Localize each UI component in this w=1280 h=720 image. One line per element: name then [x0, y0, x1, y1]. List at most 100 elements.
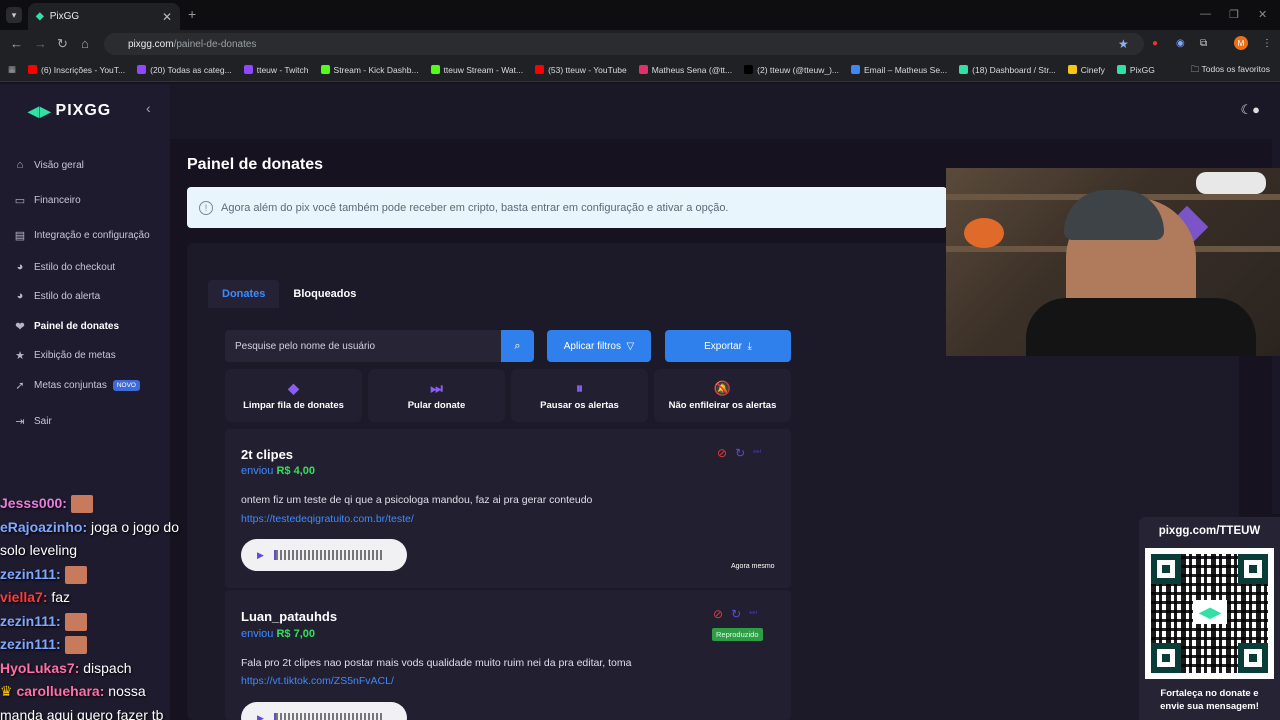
skip-small-icon[interactable]: ⏭: [749, 607, 757, 621]
chat-message: solo leveling: [0, 539, 215, 563]
url-bar[interactable]: pixgg.com/painel-de-donates: [104, 33, 1144, 55]
all-favorites-label: Todos os favoritos: [1201, 64, 1270, 74]
tab-donates[interactable]: Donates: [208, 280, 280, 308]
replay-icon[interactable]: ↻: [731, 607, 741, 621]
bookmark-item[interactable]: (53) tteuw - YouTube: [535, 65, 627, 75]
theme-toggle-moon-icon[interactable]: ☾●: [1240, 102, 1260, 118]
minimize-window-icon[interactable]: —: [1200, 8, 1211, 20]
apply-filters-label: Aplicar filtros: [563, 340, 621, 352]
chat-username: Jesss000:: [0, 495, 67, 511]
close-tab-icon[interactable]: ✕: [162, 10, 172, 24]
audio-waveform[interactable]: [273, 713, 384, 720]
qr-code: ◀▶: [1145, 548, 1274, 679]
sidebar-item-sair[interactable]: ⇥ Sair: [14, 415, 51, 428]
no-queue-alerts-button[interactable]: 🔕 Não enfileirar os alertas: [654, 369, 791, 422]
bookmark-item[interactable]: Email – Matheus Se...: [851, 65, 947, 75]
all-favorites-folder[interactable]: 🗀 Todos os favoritos: [1191, 64, 1270, 78]
bookmark-item[interactable]: (2) tteuw (@tteuw_)...: [744, 65, 839, 75]
sent-label: enviou: [241, 465, 274, 477]
block-icon[interactable]: ⊘: [713, 607, 723, 621]
crown-badge-icon: ♛: [0, 683, 17, 699]
bookmark-label: (6) Inscrições - YouT...: [41, 64, 126, 75]
tab-bloqueados[interactable]: Bloqueados: [279, 280, 370, 308]
search-input[interactable]: Pesquise pelo nome de usuário: [225, 330, 501, 362]
donate-link[interactable]: https://testedeqigratuito.com.br/teste/: [241, 513, 414, 525]
pixgg-logo[interactable]: ◀▶ PIXGG: [28, 102, 111, 120]
extension-record-icon[interactable]: ●: [1152, 38, 1158, 49]
filter-icon: ▽: [626, 340, 635, 352]
close-window-icon[interactable]: ✕: [1258, 8, 1267, 21]
sidebar-item-exibicao-de-metas[interactable]: ★ Exibição de metas: [14, 349, 116, 362]
audio-waveform[interactable]: [273, 550, 384, 560]
sidebar-item-label: Estilo do alerta: [34, 290, 101, 302]
export-label: Exportar: [704, 340, 742, 352]
sidebar-item-estilo-do-alerta[interactable]: ◕ Estilo do alerta: [14, 290, 100, 302]
sidebar-item-visao-geral[interactable]: ⌂ Visão geral: [14, 159, 84, 171]
forward-icon[interactable]: →: [34, 36, 47, 51]
settings-icon: ▤: [14, 229, 26, 242]
sidebar-item-label: Financeiro: [34, 194, 81, 206]
search-button[interactable]: ⌕: [501, 330, 534, 362]
block-icon[interactable]: ⊘: [717, 446, 727, 460]
back-icon[interactable]: ←: [10, 36, 23, 51]
play-icon[interactable]: ▶: [257, 550, 264, 561]
collapse-sidebar-icon[interactable]: ‹: [146, 100, 151, 116]
bookmark-item[interactable]: Stream - Kick Dashb...: [320, 65, 419, 75]
bookmark-item[interactable]: (20) Todas as categ...: [137, 65, 232, 75]
clear-queue-button[interactable]: ◆ Limpar fila de donates: [225, 369, 362, 422]
profile-avatar[interactable]: M: [1234, 36, 1248, 50]
restore-window-icon[interactable]: ❐: [1229, 8, 1239, 21]
apply-filters-button[interactable]: Aplicar filtros ▽: [547, 330, 651, 362]
sidebar-item-metas-conjuntas[interactable]: ➚ Metas conjuntas NOVO: [14, 379, 140, 392]
bookmark-item[interactable]: (18) Dashboard / Str...: [959, 65, 1056, 75]
bookmark-item[interactable]: Matheus Sena (@tt...: [638, 65, 732, 75]
donate-amount: R$ 7,00: [276, 628, 316, 640]
chat-text: dispach: [83, 659, 132, 676]
donate-message: ontem fiz um teste de qi que a psicologa…: [241, 494, 593, 506]
chat-text: faz: [51, 589, 71, 605]
extensions-puzzle-icon[interactable]: ⧉: [1200, 38, 1207, 49]
home-browser-icon[interactable]: ⌂: [81, 36, 89, 51]
apps-grid-icon[interactable]: ▦: [8, 64, 16, 75]
bookmark-star-icon[interactable]: ★: [1118, 37, 1129, 51]
skip-donate-button[interactable]: ⏭ Pular donate: [368, 369, 505, 422]
bookmark-label: tteuw - Twitch: [256, 64, 309, 75]
bookmark-item[interactable]: tteuw - Twitch: [243, 64, 309, 75]
sidebar-item-painel-de-donates[interactable]: ❤ Painel de donates: [14, 320, 120, 333]
replay-icon[interactable]: ↻: [735, 446, 745, 460]
info-icon: !: [199, 200, 213, 215]
skip-small-icon[interactable]: ⏭: [753, 446, 761, 460]
extension-audio-icon[interactable]: ◉: [1176, 38, 1185, 49]
qr-widget: pixgg.com/TTEUW ◀▶ Fortaleça no donate e…: [1139, 517, 1280, 720]
bookmark-item[interactable]: (6) Inscrições - YouT...: [28, 65, 125, 75]
bookmark-favicon-icon: [851, 65, 860, 74]
browser-tab-pixgg[interactable]: ◆ PixGG ✕: [28, 3, 180, 30]
bookmark-item[interactable]: Cinefy: [1067, 65, 1105, 75]
star-icon: ★: [15, 349, 25, 362]
bookmark-item[interactable]: tteuw Stream - Wat...: [430, 65, 523, 75]
sidebar-item-integracao-e-configuracao[interactable]: ▤ Integração e configuração: [14, 229, 150, 242]
sidebar-item-label: Painel de donates: [34, 320, 120, 332]
donate-card: 2t clipes enviou R$ 4,00 ⊘ ↻ ⏭ ontem fiz…: [225, 429, 791, 588]
sidebar-item-financeiro[interactable]: ▭ Financeiro: [14, 194, 81, 207]
qr-footer: Fortaleça no donate e envie sua mensagem…: [1139, 687, 1280, 713]
play-icon[interactable]: ▶: [257, 713, 264, 720]
new-tab-icon[interactable]: +: [188, 6, 196, 22]
donate-link[interactable]: https://vt.tiktok.com/ZS5nFvACL/: [241, 675, 394, 687]
stream-chat-overlay: Jesss000: eRajoazinho: joga o jogo do sol…: [0, 492, 215, 720]
bookmark-favicon-icon: [137, 65, 147, 74]
pause-alerts-button[interactable]: ⏸ Pausar os alertas: [511, 369, 648, 422]
browser-menu-icon[interactable]: ⋮: [1262, 38, 1272, 49]
sidebar-item-estilo-do-checkout[interactable]: ◕ Estilo do checkout: [14, 261, 116, 273]
chat-username: eRajoazinho:: [0, 518, 88, 535]
audio-player[interactable]: ▶: [241, 702, 407, 720]
audio-player[interactable]: ▶: [241, 539, 407, 571]
bookmark-label: PixGG: [1129, 64, 1155, 75]
export-button[interactable]: Exportar ⤓: [665, 330, 791, 362]
tab-search-chevron-icon[interactable]: ▾: [6, 7, 22, 23]
bookmark-item[interactable]: PixGG: [1116, 64, 1155, 75]
heart-hand-icon: ❤: [15, 320, 25, 333]
new-badge: NOVO: [112, 379, 140, 391]
reload-icon[interactable]: ↻: [57, 36, 68, 52]
bookmark-favicon-icon: [744, 65, 754, 74]
